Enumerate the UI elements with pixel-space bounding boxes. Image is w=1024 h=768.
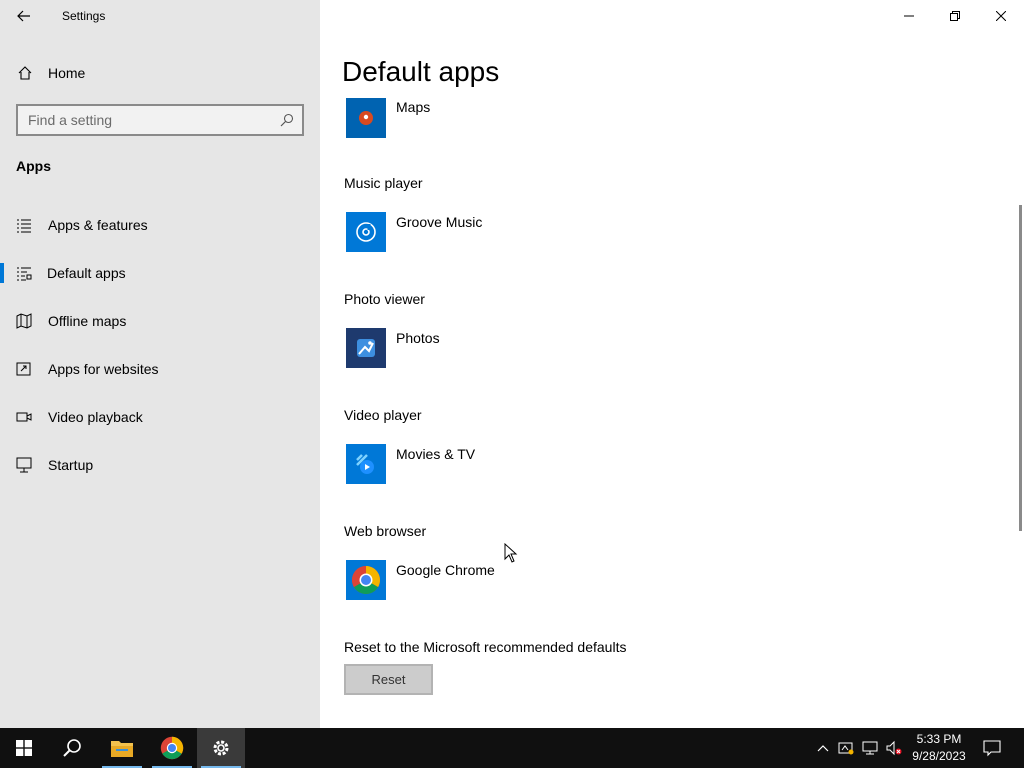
search-icon — [280, 113, 294, 127]
back-arrow-icon — [17, 10, 30, 22]
app-tile — [346, 212, 386, 252]
nav-item-label: Video playback — [48, 409, 143, 425]
groove-music-icon — [356, 222, 376, 242]
search-icon — [63, 739, 81, 757]
chrome-icon — [352, 566, 380, 594]
close-button[interactable] — [978, 0, 1024, 32]
restore-icon — [950, 11, 960, 21]
minimize-icon — [904, 15, 914, 17]
clock-time: 5:33 PM — [916, 732, 962, 746]
category-label: Music player — [344, 175, 423, 191]
minimize-button[interactable] — [886, 0, 932, 32]
search-field[interactable]: Find a setting — [16, 104, 304, 136]
video-icon — [16, 412, 32, 422]
app-tile — [346, 444, 386, 484]
taskbar-file-explorer[interactable] — [98, 728, 146, 768]
scrollbar[interactable] — [1019, 205, 1022, 531]
app-tile — [346, 328, 386, 368]
taskbar-chrome[interactable] — [148, 728, 196, 768]
window-title: Settings — [62, 9, 106, 23]
volume-muted-icon — [886, 740, 902, 756]
maps-icon — [359, 111, 373, 125]
default-app-photo-viewer[interactable]: Photos — [344, 326, 644, 370]
app-name: Maps — [396, 99, 431, 115]
back-button[interactable] — [8, 4, 40, 28]
network-alert-icon — [838, 742, 854, 755]
category-label: Video player — [344, 407, 422, 423]
app-name: Movies & TV — [396, 446, 476, 462]
default-app-music-player[interactable]: Groove Music — [344, 210, 644, 254]
taskbar-clock[interactable]: 5:33 PM 9/28/2023 — [906, 731, 972, 765]
list-icon — [17, 219, 31, 233]
home-link[interactable]: Home — [0, 56, 320, 90]
network-icon — [862, 741, 878, 755]
default-app-video-player[interactable]: Movies & TV — [344, 442, 644, 486]
notification-icon — [983, 740, 1001, 757]
nav-item-startup[interactable]: Startup — [0, 445, 320, 485]
start-icon — [16, 740, 32, 756]
navigation-pane: Settings Home Find a setting Apps Apps &… — [0, 0, 320, 728]
settings-icon — [213, 740, 229, 756]
home-icon — [18, 66, 32, 80]
app-tile — [346, 560, 386, 600]
mouse-cursor-icon — [504, 543, 518, 563]
restore-button[interactable] — [932, 0, 978, 32]
start-button[interactable] — [0, 728, 48, 768]
clock-date: 9/28/2023 — [912, 749, 966, 763]
nav-item-label: Default apps — [47, 265, 126, 281]
file-explorer-icon — [111, 741, 133, 757]
content-pane: Default apps Maps Music player Groove Mu… — [320, 0, 1024, 728]
nav-item-label: Offline maps — [48, 313, 127, 329]
nav-item-label: Startup — [48, 457, 94, 473]
photos-icon — [357, 339, 375, 357]
category-label: Photo viewer — [344, 291, 425, 307]
category-label: Web browser — [344, 523, 427, 539]
movies-tv-icon — [356, 454, 374, 474]
map-icon — [16, 313, 32, 329]
chevron-up-icon — [817, 745, 829, 752]
default-app-maps[interactable]: Maps — [344, 96, 644, 140]
taskbar-settings[interactable] — [197, 728, 245, 768]
default-apps-icon — [17, 267, 32, 281]
active-indicator — [0, 263, 4, 283]
open-external-icon — [16, 362, 31, 376]
app-tile — [346, 98, 386, 138]
reset-button[interactable]: Reset — [344, 664, 433, 695]
tray-volume[interactable] — [886, 740, 902, 756]
section-title: Apps — [16, 158, 51, 174]
nav-item-default-apps[interactable]: Default apps — [0, 253, 320, 293]
nav-item-label: Apps & features — [48, 217, 148, 233]
action-center-button[interactable] — [980, 736, 1004, 760]
app-name: Photos — [396, 330, 440, 346]
reset-description: Reset to the Microsoft recommended defau… — [344, 639, 627, 655]
home-label: Home — [48, 65, 86, 81]
nav-item-offline-maps[interactable]: Offline maps — [0, 301, 320, 341]
show-hidden-icons-button[interactable] — [815, 740, 831, 756]
taskbar: 5:33 PM 9/28/2023 — [0, 728, 1024, 768]
nav-item-apps-features[interactable]: Apps & features — [0, 205, 320, 245]
app-name: Groove Music — [396, 214, 483, 230]
chrome-icon — [160, 736, 184, 760]
close-icon — [996, 11, 1006, 21]
tray-network-alert[interactable] — [838, 740, 854, 756]
search-placeholder: Find a setting — [28, 112, 113, 128]
default-app-web-browser[interactable]: Google Chrome — [344, 558, 644, 602]
startup-icon — [16, 457, 32, 473]
app-name: Google Chrome — [396, 562, 495, 578]
nav-item-apps-for-websites[interactable]: Apps for websites — [0, 349, 320, 389]
tray-network[interactable] — [862, 740, 878, 756]
taskbar-search-button[interactable] — [48, 728, 96, 768]
page-title: Default apps — [342, 56, 500, 87]
nav-item-label: Apps for websites — [48, 361, 159, 377]
nav-item-video-playback[interactable]: Video playback — [0, 397, 320, 437]
